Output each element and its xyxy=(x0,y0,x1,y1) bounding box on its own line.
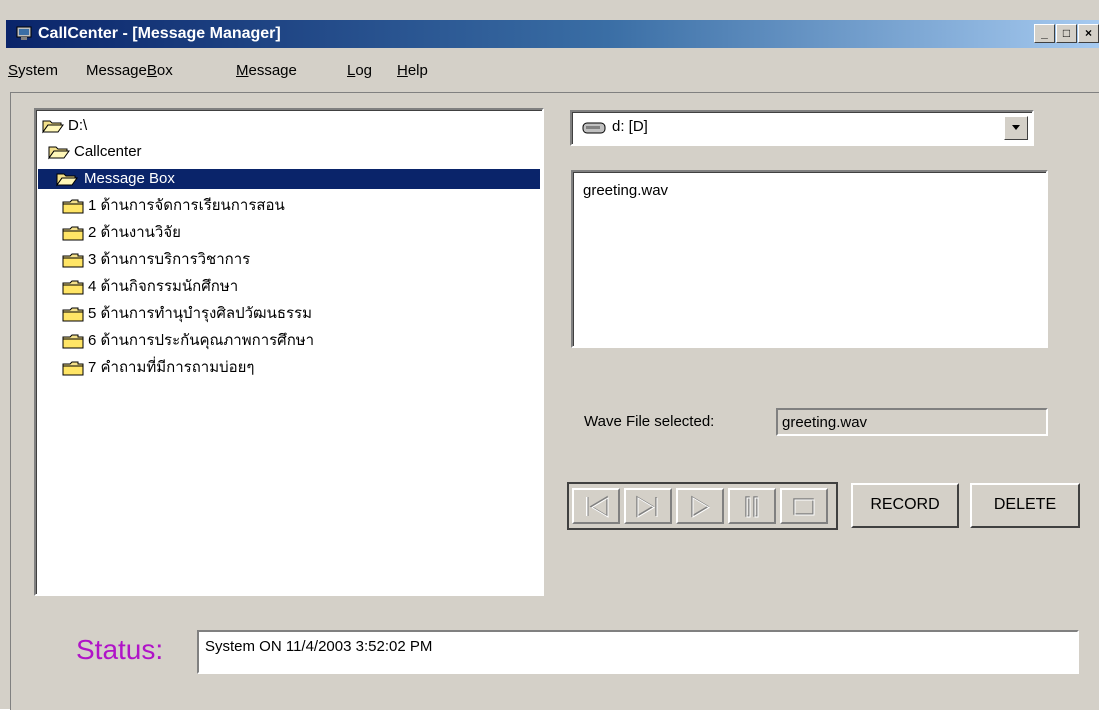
drive-icon xyxy=(582,122,606,134)
play-button[interactable] xyxy=(676,488,724,524)
drive-select[interactable]: d: [D] xyxy=(570,110,1034,146)
menu-messagebox[interactable]: MessageBox xyxy=(86,62,173,79)
open-folder-icon xyxy=(42,120,64,134)
wave-file-field: greeting.wav xyxy=(776,408,1048,436)
tree-node-folder-3[interactable]: 3 ด้านการบริการวิชาการ xyxy=(62,250,532,270)
app-window: CallCenter - [Message Manager] _ □ × Sys… xyxy=(0,0,1099,710)
app-icon xyxy=(16,26,32,40)
transport-controls xyxy=(567,482,838,530)
folder-icon xyxy=(62,226,84,241)
tree-node-folder-4[interactable]: 4 ด้านกิจกรรมนักศึกษา xyxy=(62,277,532,297)
maximize-button[interactable]: □ xyxy=(1056,24,1077,43)
chevron-down-icon xyxy=(1012,125,1020,130)
folder-icon xyxy=(62,334,84,349)
tree-node-folder-6[interactable]: 6 ด้านการประกันคุณภาพการศึกษา xyxy=(62,331,532,351)
file-list-item[interactable]: greeting.wav xyxy=(583,182,668,199)
open-folder-icon xyxy=(56,173,78,187)
stop-button[interactable] xyxy=(780,488,828,524)
window-title: CallCenter - [Message Manager] xyxy=(38,25,281,42)
folder-icon xyxy=(62,307,84,322)
menu-message[interactable]: Message xyxy=(236,62,297,79)
menu-system[interactable]: System xyxy=(8,62,58,79)
stop-icon xyxy=(793,498,815,516)
tree-node-drive[interactable]: D:\ xyxy=(42,116,142,136)
pause-icon xyxy=(745,496,759,518)
menu-help[interactable]: Help xyxy=(397,62,428,79)
tree-node-message-box[interactable]: Message Box xyxy=(38,169,540,189)
wave-file-label: Wave File selected: xyxy=(584,413,715,430)
previous-button[interactable] xyxy=(572,488,620,524)
status-field: System ON 11/4/2003 3:52:02 PM xyxy=(197,630,1079,674)
open-folder-icon xyxy=(48,146,70,160)
tree-node-folder-2[interactable]: 2 ด้านงานวิจัย xyxy=(62,223,532,243)
status-label: Status: xyxy=(76,634,164,665)
folder-icon xyxy=(62,280,84,295)
record-button[interactable]: RECORD xyxy=(851,483,959,528)
menu-bar: System MessageBox Message Log Help xyxy=(6,56,1099,86)
minimize-button[interactable]: _ xyxy=(1034,24,1055,43)
menu-log[interactable]: Log xyxy=(347,62,372,79)
delete-button[interactable]: DELETE xyxy=(970,483,1080,528)
play-icon xyxy=(691,495,710,518)
next-icon xyxy=(636,495,658,518)
tree-node-callcenter[interactable]: Callcenter xyxy=(48,142,248,162)
tree-node-folder-7[interactable]: 7 คำถามที่มีการถามบ่อยๆ xyxy=(62,358,532,378)
next-button[interactable] xyxy=(624,488,672,524)
drive-value: d: [D] xyxy=(612,118,648,135)
tree-node-folder-5[interactable]: 5 ด้านการทำนุบำรุงศิลปวัฒนธรรม xyxy=(62,304,532,324)
title-bar[interactable]: CallCenter - [Message Manager] _ □ × xyxy=(6,20,1099,48)
folder-icon xyxy=(62,199,84,214)
previous-icon xyxy=(586,495,609,518)
folder-icon xyxy=(62,253,84,268)
file-list[interactable]: greeting.wav xyxy=(571,170,1048,348)
tree-node-folder-1[interactable]: 1 ด้านการจัดการเรียนการสอน xyxy=(62,196,532,216)
folder-tree[interactable]: D:\ Callcenter Message Box 1 ด้านการจัดก… xyxy=(34,108,544,596)
dropdown-arrow-button[interactable] xyxy=(1004,116,1028,140)
pause-button[interactable] xyxy=(728,488,776,524)
folder-icon xyxy=(62,361,84,376)
close-button[interactable]: × xyxy=(1078,24,1099,43)
